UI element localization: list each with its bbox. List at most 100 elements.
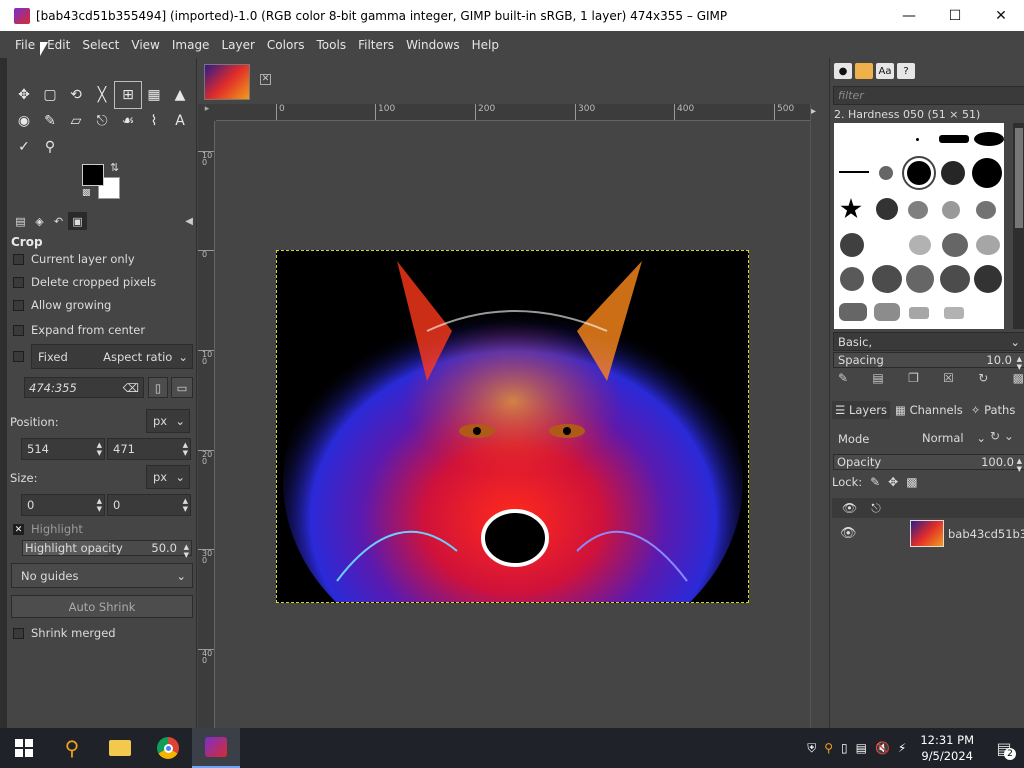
fuzzy-select-tool-icon[interactable]: ╳ <box>89 82 115 108</box>
refresh-brushes-icon[interactable]: ↻ <box>978 371 988 389</box>
brush-item[interactable] <box>840 233 864 257</box>
tab-channels[interactable]: ▦ Channels <box>892 401 966 419</box>
brush-item[interactable] <box>976 201 996 219</box>
close-button[interactable]: ✕ <box>978 0 1024 31</box>
mode-select[interactable]: Normal ⌄ <box>916 427 988 449</box>
delete-brush-icon[interactable]: ☒ <box>943 371 954 389</box>
landscape-button[interactable]: ▭ <box>171 377 193 398</box>
fonts-tab-icon[interactable]: Aa <box>876 63 894 79</box>
spacing-slider[interactable]: Spacing 10.0 ▲ ▼ <box>833 352 1024 371</box>
menu-windows[interactable]: Windows <box>400 38 466 52</box>
eraser-tool-icon[interactable]: ▱ <box>63 108 89 134</box>
brush-item[interactable] <box>872 265 902 293</box>
brush-filter-input[interactable]: filter <box>833 86 1024 105</box>
size-width-input[interactable]: 0 ▲ ▼ <box>21 494 105 516</box>
size-unit-select[interactable]: px ⌄ <box>146 465 190 489</box>
brush-item[interactable] <box>874 303 900 321</box>
lock-alpha-icon[interactable]: ▩ <box>906 475 917 489</box>
brush-item[interactable] <box>942 201 960 219</box>
portrait-button[interactable]: ▯ <box>148 377 168 398</box>
edit-brush-icon[interactable]: ✎ <box>838 371 848 389</box>
spin-arrows-icon[interactable]: ▲ ▼ <box>183 497 188 513</box>
brush-item[interactable] <box>906 265 934 293</box>
brush-item[interactable] <box>940 265 970 293</box>
brush-item[interactable] <box>908 201 928 219</box>
image-tab-thumbnail[interactable] <box>204 64 250 100</box>
ruler-corner-icon[interactable]: ▸ <box>198 104 216 121</box>
file-explorer-icon[interactable] <box>96 728 144 768</box>
layer-opacity-slider[interactable]: Opacity 100.0 ▲ ▼ <box>833 454 1024 473</box>
move-tool-icon[interactable]: ✥ <box>11 82 37 108</box>
brush-item[interactable] <box>839 171 869 173</box>
brush-item[interactable] <box>941 161 965 185</box>
layer-row[interactable]: 👁 bab43cd51b355 <box>832 518 1024 550</box>
brush-item[interactable] <box>974 265 1002 293</box>
shrink-merged-checkbox[interactable]: Shrink merged <box>13 626 116 640</box>
menu-filters[interactable]: Filters <box>352 38 400 52</box>
menu-tools[interactable]: Tools <box>311 38 353 52</box>
spin-arrows-icon[interactable]: ▲ ▼ <box>97 441 102 457</box>
clear-icon[interactable]: ⌫ <box>123 381 139 395</box>
security-icon[interactable]: ⛨ <box>803 741 820 756</box>
highlight-checkbox[interactable]: ✕ Highlight <box>13 522 83 536</box>
brush-item[interactable] <box>976 235 1000 255</box>
text-tool-icon[interactable]: A <box>167 108 193 134</box>
menu-view[interactable]: View <box>125 38 165 52</box>
close-tab-icon[interactable]: ✕ <box>260 74 271 85</box>
patterns-tab-icon[interactable] <box>855 63 873 79</box>
lasso-tool-icon[interactable]: ⟲ <box>63 82 89 108</box>
minimize-button[interactable]: — <box>886 0 932 31</box>
smudge-tool-icon[interactable]: ☙ <box>115 108 141 134</box>
layer-name[interactable]: bab43cd51b355 <box>948 527 1024 541</box>
menu-colors[interactable]: Colors <box>261 38 311 52</box>
images-tab-icon[interactable]: ▣ <box>68 212 87 230</box>
menu-file[interactable]: File <box>9 38 41 52</box>
brush-preset-select[interactable]: Basic, ⌄ <box>833 332 1024 351</box>
brush-item[interactable] <box>840 198 862 219</box>
ratio-input[interactable]: 474:355 ⌫ <box>24 377 144 398</box>
spin-arrows-icon[interactable]: ▲ ▼ <box>183 441 188 457</box>
scrollbar-thumb[interactable] <box>1015 128 1023 228</box>
auto-shrink-button[interactable]: Auto Shrink <box>11 595 193 618</box>
position-x-input[interactable]: 514 ▲ ▼ <box>21 438 105 460</box>
brush-item[interactable] <box>972 158 1002 188</box>
image-canvas[interactable] <box>276 250 749 603</box>
search-icon[interactable]: ⚲ <box>48 728 96 768</box>
lock-position-icon[interactable]: ✥ <box>888 475 898 489</box>
position-unit-select[interactable]: px ⌄ <box>146 409 190 433</box>
brush-item[interactable] <box>939 135 969 143</box>
fixed-checkbox[interactable] <box>13 351 31 362</box>
color-picker-tool-icon[interactable]: ✓ <box>11 134 37 160</box>
path-tool-icon[interactable]: ⌇ <box>141 108 167 134</box>
volume-muted-icon[interactable]: 🔇 <box>871 741 894 755</box>
device-status-tab-icon[interactable]: ◈ <box>30 212 49 230</box>
brush-item[interactable] <box>876 198 898 220</box>
navigate-icon[interactable]: ▸ <box>811 106 816 117</box>
bucket-fill-tool-icon[interactable]: ◉ <box>11 108 37 134</box>
crop-tool-icon[interactable]: ⊞ <box>114 81 142 109</box>
tab-paths[interactable]: ✧ Paths <box>968 401 1019 419</box>
brush-item-selected[interactable] <box>902 156 936 190</box>
tab-layers[interactable]: ☰ Layers <box>832 401 891 419</box>
brush-item[interactable] <box>916 138 919 141</box>
brush-item[interactable] <box>879 166 893 180</box>
notifications-button[interactable]: ▤ 2 <box>984 728 1024 768</box>
panel-config-icon[interactable]: ◀ <box>185 216 193 227</box>
paintbrush-tool-icon[interactable]: ✎ <box>37 108 63 134</box>
spin-arrows-icon[interactable]: ▲ ▼ <box>1017 355 1022 371</box>
battery-icon[interactable]: ▯ <box>837 741 852 755</box>
wifi-off-icon[interactable]: ⚡ <box>894 741 910 755</box>
brush-item[interactable] <box>909 235 931 255</box>
chrome-icon[interactable] <box>144 728 192 768</box>
allow-growing-checkbox[interactable]: Allow growing <box>13 298 111 312</box>
brush-grid[interactable] <box>834 123 1004 329</box>
position-y-input[interactable]: 471 ▲ ▼ <box>107 438 191 460</box>
undo-history-tab-icon[interactable]: ↶ <box>49 212 68 230</box>
brush-scrollbar[interactable] <box>1013 123 1024 329</box>
mode-reset-icon[interactable]: ↻ ⌄ <box>990 429 1014 443</box>
brush-item[interactable] <box>839 303 867 321</box>
brush-item[interactable] <box>942 233 968 257</box>
clone-tool-icon[interactable]: ⎋ <box>89 108 115 134</box>
duplicate-brush-icon[interactable]: ❐ <box>908 371 919 389</box>
network-icon[interactable]: ▤ <box>852 741 871 755</box>
